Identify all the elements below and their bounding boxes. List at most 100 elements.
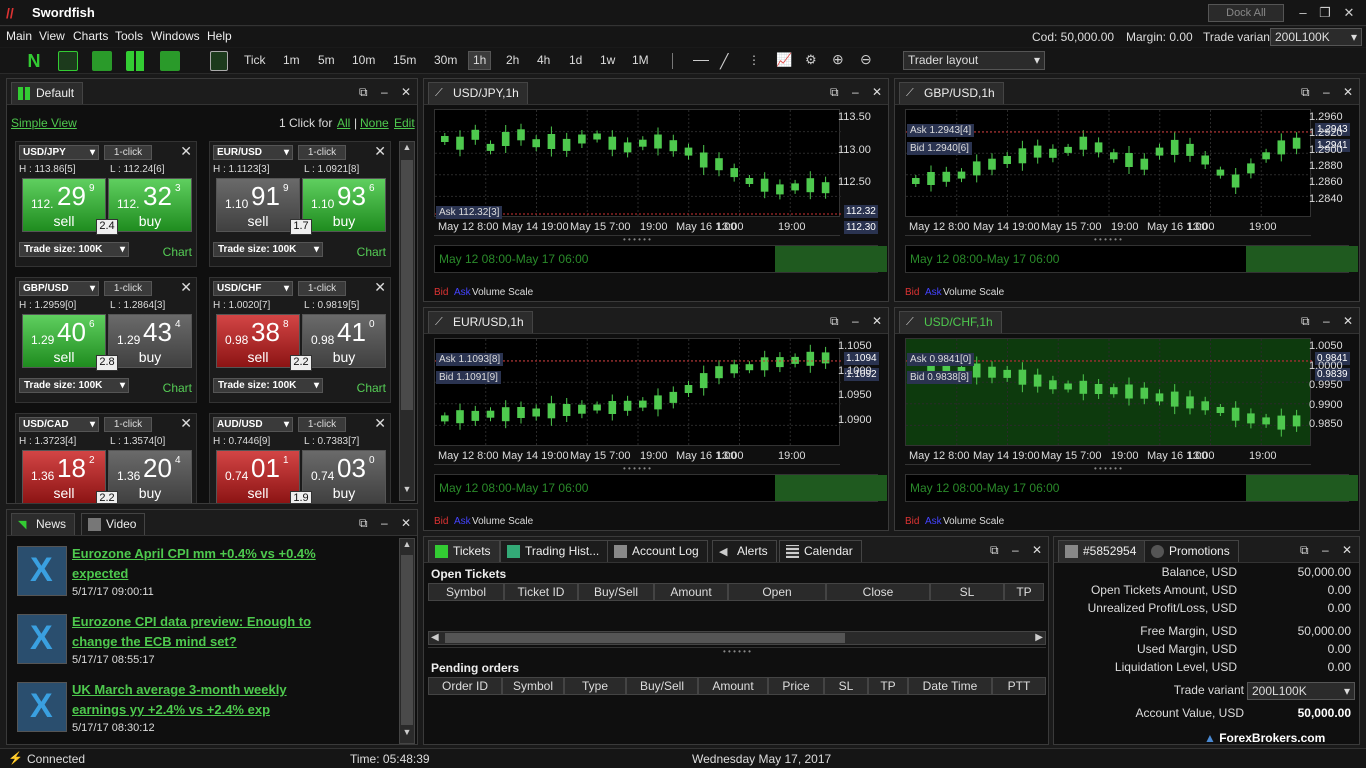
chart-link[interactable]: Chart (357, 245, 386, 259)
tf-1w[interactable]: 1w (600, 53, 615, 67)
sell-button[interactable]: 112. 29 9 sell (22, 178, 106, 232)
float-icon[interactable]: ⧉ (1301, 85, 1310, 100)
briefcase-icon[interactable] (92, 51, 112, 71)
range-navigator[interactable]: May 12 08:00-May 17 06:00 (905, 474, 1358, 502)
float-icon[interactable]: ⧉ (990, 543, 999, 558)
column-header[interactable]: Buy/Sell (626, 677, 698, 695)
pair-select[interactable]: USD/CHF ▾ (213, 281, 293, 296)
layout-select[interactable]: Trader layout ▾ (903, 51, 1045, 70)
trade-variant-select[interactable]: 200L100K ▾ (1270, 28, 1362, 46)
one-click-toggle[interactable]: 1-click (298, 145, 346, 160)
range-navigator[interactable]: May 12 08:00-May 17 06:00 (434, 245, 887, 273)
chart-toggle-icon[interactable] (210, 51, 228, 71)
column-header[interactable]: Amount (654, 583, 728, 601)
range-window[interactable] (775, 246, 887, 272)
close-icon[interactable]: ✕ (180, 415, 192, 432)
scroll-up-icon[interactable]: ▲ (401, 142, 413, 156)
news-item[interactable]: X UK March average 3-month weekly earnin… (11, 676, 395, 744)
buy-button[interactable]: 1.10 93 6 buy (302, 178, 386, 232)
scroll-up-icon[interactable]: ▲ (401, 539, 413, 553)
zoom-in-icon[interactable]: ⊕ (832, 51, 848, 67)
one-click-none-link[interactable]: None (360, 116, 389, 130)
menu-tools[interactable]: Tools (115, 29, 143, 43)
column-header[interactable]: Date Time (908, 677, 992, 695)
zoom-out-icon[interactable]: ⊖ (860, 51, 876, 67)
close-icon[interactable]: ✕ (374, 279, 386, 296)
close-icon[interactable]: ✕ (872, 85, 882, 99)
trend-line-icon[interactable]: ╱ (720, 53, 736, 69)
folder-icon[interactable] (160, 51, 180, 71)
close-icon[interactable]: ✕ (401, 85, 411, 99)
scroll-thumb[interactable] (445, 633, 845, 643)
one-click-toggle[interactable]: 1-click (298, 281, 346, 296)
range-window[interactable] (1246, 246, 1358, 272)
menu-view[interactable]: View (39, 29, 65, 43)
scroll-thumb[interactable] (401, 555, 413, 725)
buy-button[interactable]: 0.74 03 0 buy (302, 450, 386, 503)
pair-select[interactable]: EUR/USD ▾ (213, 145, 293, 160)
news-scrollbar[interactable]: ▲ ▼ (399, 538, 415, 744)
sell-button[interactable]: 1.36 18 2 sell (22, 450, 106, 503)
chart-splitter[interactable]: • • • • • • (434, 464, 840, 473)
chart-plot[interactable]: Ask 112.32[3] Bid 112.30[0] (434, 109, 841, 219)
tab-account[interactable]: #5852954 (1058, 540, 1146, 562)
close-icon[interactable]: ✕ (1343, 85, 1353, 99)
trade-size-select[interactable]: Trade size: 100K ▾ (19, 242, 129, 257)
chart-tab[interactable]: ⟋ USD/JPY,1h (428, 82, 528, 104)
chart-link[interactable]: Chart (357, 381, 386, 395)
tab-video[interactable]: Video (81, 513, 146, 535)
range-navigator[interactable]: May 12 08:00-May 17 06:00 (434, 474, 887, 502)
splitter-handle[interactable]: • • • • • • (428, 647, 1046, 656)
close-icon[interactable]: ✕ (1342, 543, 1352, 557)
tf-10m[interactable]: 10m (352, 53, 375, 67)
tf-30m[interactable]: 30m (434, 53, 457, 67)
account-trade-variant-select[interactable]: 200L100K ▾ (1247, 682, 1355, 700)
minimize-icon[interactable]: – (1323, 85, 1330, 99)
one-click-edit-link[interactable]: Edit (394, 116, 415, 130)
tf-4h[interactable]: 4h (537, 53, 550, 67)
tab-news[interactable]: ◥ News (11, 513, 76, 535)
tab-calendar[interactable]: Calendar (779, 540, 862, 562)
buy-button[interactable]: 1.36 20 4 buy (108, 450, 192, 503)
watchlist-scrollbar[interactable]: ▲ ▼ (399, 141, 415, 501)
chart-tab[interactable]: ⟋ GBP/USD,1h (899, 82, 1004, 104)
minimize-icon[interactable]: – (1322, 543, 1329, 557)
chart-link[interactable]: Chart (163, 381, 192, 395)
column-header[interactable]: Buy/Sell (578, 583, 654, 601)
chart-plot[interactable]: Ask 0.9841[0] Bid 0.9838[8] (905, 338, 1312, 447)
scroll-left-icon[interactable]: ◀ (431, 632, 439, 643)
grid-icon[interactable] (126, 51, 146, 71)
column-header[interactable]: TP (1004, 583, 1044, 601)
column-header[interactable]: Ticket ID (504, 583, 578, 601)
column-header[interactable]: Close (826, 583, 930, 601)
chart-tab[interactable]: ⟋ EUR/USD,1h (428, 311, 533, 333)
close-icon[interactable]: ✕ (1343, 314, 1353, 328)
menu-main[interactable]: Main (6, 29, 32, 43)
news-title[interactable]: UK March average 3-month weekly earnings… (72, 680, 332, 720)
news-item[interactable]: X Eurozone CPI data preview: Enough to c… (11, 608, 395, 676)
chart-plot[interactable]: Ask 1.2943[4] Bid 1.2940[6] (905, 109, 1312, 218)
horizontal-line-icon[interactable] (693, 60, 709, 61)
trade-size-select[interactable]: Trade size: 100K ▾ (19, 378, 129, 393)
minimize-icon[interactable]: – (1323, 314, 1330, 328)
tf-1d[interactable]: 1d (569, 53, 582, 67)
menu-windows[interactable]: Windows (151, 29, 200, 43)
minimize-icon[interactable]: – (852, 314, 859, 328)
column-header[interactable]: Symbol (428, 583, 504, 601)
float-icon[interactable]: ⧉ (359, 516, 368, 531)
simple-view-link[interactable]: Simple View (11, 116, 77, 130)
pair-select[interactable]: USD/CAD ▾ (19, 417, 99, 432)
column-header[interactable]: SL (930, 583, 1004, 601)
float-icon[interactable]: ⧉ (1300, 543, 1309, 558)
pair-select[interactable]: AUD/USD ▾ (213, 417, 293, 432)
column-header[interactable]: Price (768, 677, 824, 695)
tf-15m[interactable]: 15m (393, 53, 416, 67)
column-header[interactable]: Order ID (428, 677, 502, 695)
scroll-right-icon[interactable]: ▶ (1035, 632, 1043, 643)
tab-trading-history[interactable]: Trading Hist... (500, 540, 609, 562)
range-navigator[interactable]: May 12 08:00-May 17 06:00 (905, 245, 1358, 273)
column-header[interactable]: SL (824, 677, 868, 695)
close-icon[interactable]: ✕ (180, 143, 192, 160)
minimize-icon[interactable]: – (381, 516, 388, 530)
tf-1M[interactable]: 1M (632, 53, 649, 67)
